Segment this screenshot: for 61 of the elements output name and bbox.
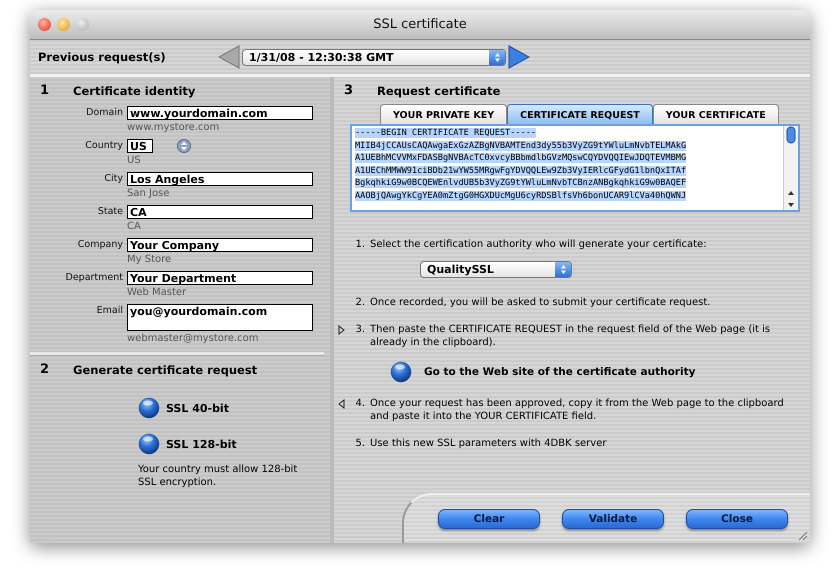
field-label: Country [84,139,123,151]
back-arrow-icon[interactable] [218,45,240,69]
resize-grip-icon[interactable] [796,529,808,541]
action-button[interactable]: Validate [562,509,664,529]
step-number: 3. [354,323,366,337]
close-button[interactable] [38,18,51,31]
example-text: webmaster@mystore.com [127,332,260,346]
tab[interactable]: YOUR PRIVATE KEY [380,104,508,124]
field-label: Domain [85,106,123,118]
step-number: 5. [354,437,366,450]
tab[interactable]: YOUR CERTIFICATE [652,104,779,124]
web-site-link[interactable]: Go to the Web site of the certificate authority [424,366,696,378]
window-title: SSL certificate [373,17,467,32]
example-text: Web Master [127,286,188,300]
note-text: Your country must allow 128-bit SSL encryption. [138,463,298,489]
round-button[interactable] [138,433,160,455]
section-title: Generate certificate request [73,362,258,376]
step-number: 4. [354,397,366,411]
field-label: Department [64,271,123,283]
example-text: CA [127,220,142,234]
action-button[interactable]: Clear [438,509,540,529]
section-number: 1 [40,83,50,98]
step-text: Select the certification authority who will generate your certificate: [370,238,708,251]
forward-arrow-icon[interactable] [508,45,530,69]
updown-icon [560,264,566,275]
round-button[interactable] [138,397,160,419]
example-text: www.mystore.com [127,121,220,135]
authority-dropdown[interactable]: QualitySSL [420,261,572,278]
option-label: SSL 128-bit [166,438,237,450]
stepper-icon[interactable] [177,139,191,153]
section-number: 2 [40,362,50,377]
field-label: City [103,172,123,184]
field-label: State [96,205,123,217]
previous-requests-label: Previous request(s) [38,50,167,64]
step-text: Once recorded, you will be asked to submit your certificate request. [370,296,712,309]
text-field[interactable]: CA [127,205,313,219]
step-text: Use this new SSL parameters with 4DBK server [370,437,608,450]
step-number: 2. [354,296,366,309]
section-title: Request certificate [377,84,500,98]
round-button[interactable] [390,361,412,383]
country-field[interactable]: US [127,139,153,153]
text-field[interactable]: you@yourdomain.com [127,304,313,331]
section-title: Certificate identity [73,84,196,98]
text-field[interactable]: Your Company [127,238,313,252]
step-text: Once your request has been approved, copy it from the Web page to the clipboard and paste it into the YOUR CERTIFICATE field. [370,397,785,423]
example-text: US [127,154,142,168]
option-label: SSL 40-bit [166,402,229,414]
section-number: 3 [344,83,354,98]
action-button[interactable]: Close [686,509,788,529]
tab[interactable]: CERTIFICATE REQUEST [507,104,653,124]
step-text: Then paste the CERTIFICATE REQUEST in the request field of the Web page (it is already in the clipboard). [370,323,772,349]
example-text: San Jose [127,187,170,201]
previous-request-dropdown[interactable]: 1/31/08 - 12:30:38 GMT [242,48,506,66]
field-label: Company [76,238,123,250]
step-number: 1. [354,238,366,252]
example-text: My Store [127,253,172,267]
field-label: Email [96,304,123,316]
updown-icon [494,52,500,62]
text-field[interactable]: Los Angeles [127,172,313,186]
text-field[interactable]: Your Department [127,271,313,285]
text-field[interactable]: www.yourdomain.com [127,106,313,120]
